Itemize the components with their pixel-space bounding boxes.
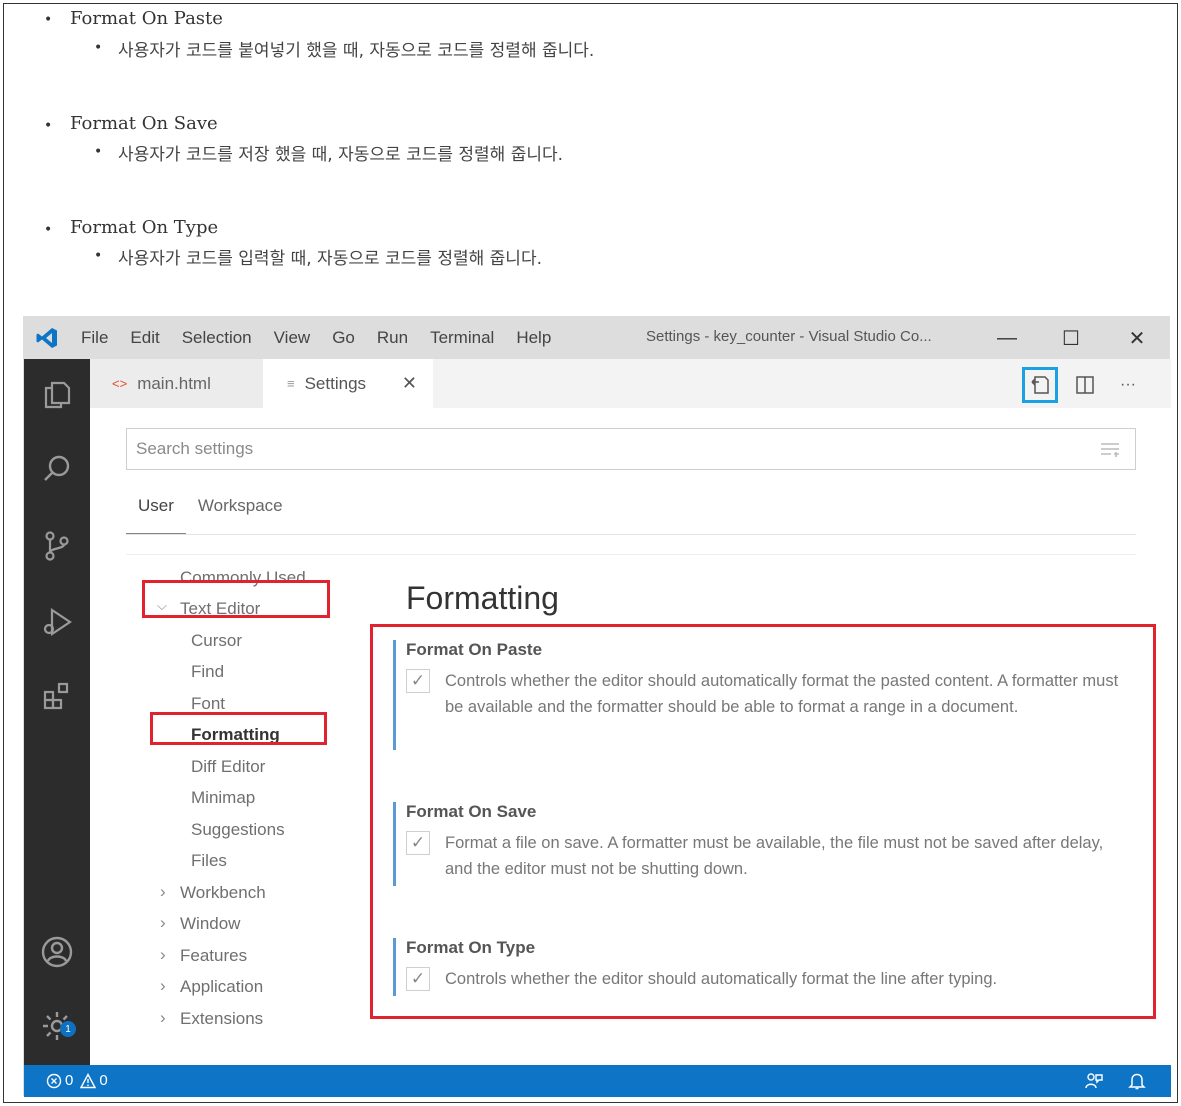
search-icon[interactable] <box>24 444 90 494</box>
toc-suggestions[interactable]: Suggestions <box>191 820 285 840</box>
menu-run[interactable]: Run <box>366 328 419 348</box>
html-file-icon: <> <box>112 376 128 391</box>
doc-item-title: Format On Paste <box>70 8 223 29</box>
maximize-button[interactable]: ☐ <box>1046 317 1096 359</box>
tab-workspace[interactable]: Workspace <box>186 496 295 534</box>
setting-name: Format On Paste <box>406 640 543 659</box>
error-count: 0 <box>65 1072 74 1089</box>
bullet-icon: • <box>44 118 53 134</box>
doc-item-desc: 사용자가 코드를 붙여넣기 했을 때, 자동으로 코드를 정렬해 줍니다. <box>118 41 595 61</box>
search-input[interactable] <box>136 439 1036 459</box>
toc-files[interactable]: Files <box>191 851 227 871</box>
setting-description: Controls whether the editor should autom… <box>445 672 1119 716</box>
section-title: Formatting <box>406 580 559 616</box>
warning-icon <box>80 1072 97 1088</box>
menu-view[interactable]: View <box>263 328 322 348</box>
doc-item-desc: 사용자가 코드를 입력할 때, 자동으로 코드를 정렬해 줍니다. <box>118 249 542 269</box>
doc-item-title: Format On Type <box>70 217 219 238</box>
tab-user[interactable]: User <box>126 496 186 534</box>
bullet-icon: • <box>94 248 103 264</box>
chevron-right-icon[interactable]: › <box>160 945 166 965</box>
toc-find[interactable]: Find <box>191 662 224 682</box>
menu-help[interactable]: Help <box>505 328 562 348</box>
toc-font[interactable]: Font <box>191 694 225 714</box>
setting-description: Controls whether the editor should autom… <box>445 970 998 988</box>
toc-cursor[interactable]: Cursor <box>191 631 242 651</box>
bullet-icon: • <box>44 12 53 28</box>
setting-modified-bar <box>393 938 396 996</box>
notification-badge: 1 <box>60 1021 76 1037</box>
chevron-right-icon[interactable]: › <box>160 913 166 933</box>
menu-terminal[interactable]: Terminal <box>419 328 505 348</box>
minimize-button[interactable]: — <box>982 317 1032 359</box>
feedback-icon[interactable] <box>1084 1071 1104 1095</box>
settings-editor: User Workspace Commonly Used ⌵ Text Edit… <box>90 408 1171 1065</box>
run-debug-icon[interactable] <box>24 597 90 647</box>
problems-indicator[interactable]: 0 0 <box>46 1072 108 1089</box>
toc-window[interactable]: Window <box>180 914 240 934</box>
window-title: Settings - key_counter - Visual Studio C… <box>646 328 932 345</box>
highlight-formatting <box>150 712 327 745</box>
setting-checkbox[interactable]: ✓ <box>406 669 430 693</box>
divider <box>126 534 1136 535</box>
notifications-bell-icon[interactable] <box>1128 1071 1146 1095</box>
setting-description: Format a file on save. A formatter must … <box>445 834 1104 878</box>
setting-name: Format On Save <box>406 802 537 821</box>
more-actions-icon[interactable]: ··· <box>1110 367 1146 403</box>
editor-tab-bar: <> main.html ≡ Settings ✕ ··· <box>90 359 1171 408</box>
setting-checkbox[interactable]: ✓ <box>406 831 430 855</box>
setting-checkbox[interactable]: ✓ <box>406 967 430 991</box>
tab-label: main.html <box>137 373 211 393</box>
toc-workbench[interactable]: Workbench <box>180 883 266 903</box>
chevron-right-icon[interactable]: › <box>160 1008 166 1028</box>
bullet-icon: • <box>94 144 103 160</box>
vscode-window: File Edit Selection View Go Run Terminal… <box>23 316 1171 1097</box>
tab-label: Settings <box>304 373 367 393</box>
setting-modified-bar <box>393 640 396 750</box>
settings-file-icon: ≡ <box>287 376 295 391</box>
chevron-right-icon[interactable]: › <box>160 976 166 996</box>
error-icon <box>46 1073 62 1088</box>
chevron-right-icon[interactable]: › <box>160 882 166 902</box>
warning-count: 0 <box>99 1072 108 1089</box>
tab-main-html[interactable]: <> main.html <box>90 359 263 408</box>
toc-diff-editor[interactable]: Diff Editor <box>191 757 265 777</box>
toc-application[interactable]: Application <box>180 977 263 997</box>
divider <box>126 554 1136 555</box>
bullet-icon: • <box>44 222 53 238</box>
setting-name: Format On Type <box>406 938 536 957</box>
checkmark-icon: ✓ <box>410 671 426 690</box>
title-bar: File Edit Selection View Go Run Terminal… <box>24 317 1169 359</box>
close-window-button[interactable]: ✕ <box>1112 317 1162 359</box>
toc-features[interactable]: Features <box>180 946 247 966</box>
tab-close-button[interactable]: ✕ <box>402 373 417 394</box>
doc-item-title: Format On Save <box>70 113 218 134</box>
open-settings-json-icon[interactable] <box>1022 367 1058 403</box>
scope-tabs: User Workspace <box>126 496 295 534</box>
activity-bar: 1 <box>24 359 90 1065</box>
split-editor-icon[interactable] <box>1067 367 1103 403</box>
filter-icon[interactable] <box>1099 441 1121 464</box>
vscode-logo-icon <box>24 317 70 359</box>
tab-settings[interactable]: ≡ Settings ✕ <box>263 359 433 408</box>
checkmark-icon: ✓ <box>410 833 426 852</box>
source-control-icon[interactable] <box>24 521 90 571</box>
menu-go[interactable]: Go <box>321 328 366 348</box>
toc-extensions[interactable]: Extensions <box>180 1009 263 1029</box>
extensions-icon[interactable] <box>24 671 90 721</box>
highlight-text-editor <box>142 580 330 618</box>
toc-minimap[interactable]: Minimap <box>191 788 255 808</box>
manage-gear-icon[interactable] <box>24 1001 90 1051</box>
search-settings-box[interactable] <box>126 428 1136 470</box>
doc-item-desc: 사용자가 코드를 저장 했을 때, 자동으로 코드를 정렬해 줍니다. <box>118 145 564 165</box>
explorer-icon[interactable] <box>24 369 90 419</box>
setting-modified-bar <box>393 802 396 886</box>
menu-selection[interactable]: Selection <box>171 328 263 348</box>
accounts-icon[interactable] <box>24 927 90 977</box>
checkmark-icon: ✓ <box>410 969 426 988</box>
menu-edit[interactable]: Edit <box>119 328 170 348</box>
status-bar: 0 0 <box>24 1065 1171 1097</box>
bullet-icon: • <box>94 40 103 56</box>
menu-file[interactable]: File <box>70 328 119 348</box>
